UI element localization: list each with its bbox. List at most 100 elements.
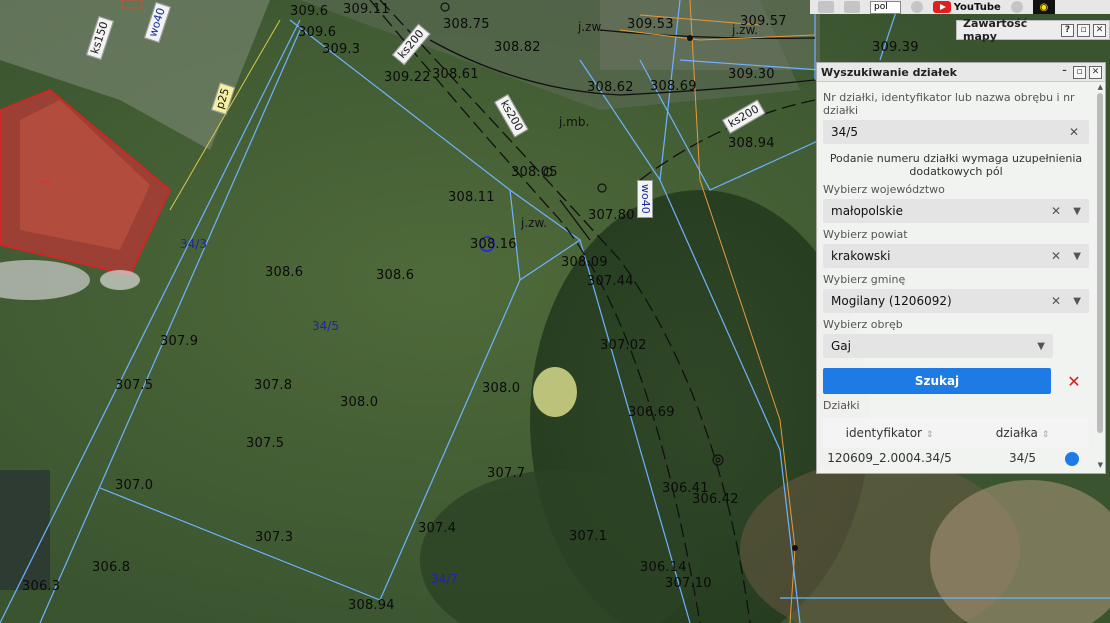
plot-number-label: 34/7	[431, 572, 458, 586]
clear-icon[interactable]: ✕	[1051, 294, 1061, 308]
reset-icon[interactable]: ✕	[1059, 368, 1089, 394]
county-value: krakowski	[831, 249, 891, 263]
sort-icon[interactable]: ⇕	[1042, 430, 1050, 440]
voivodeship-select[interactable]: małopolskie ✕ ▼	[823, 199, 1089, 223]
elevation-label: 306.8	[92, 560, 131, 575]
minimize-icon[interactable]: –	[1059, 66, 1070, 77]
column-plot[interactable]: działka ⇕	[956, 426, 1089, 440]
layers-icon[interactable]	[818, 1, 834, 13]
elevation-label: 307.5	[246, 436, 285, 451]
elevation-label: 307.10	[665, 576, 712, 591]
chevron-down-icon[interactable]: ▼	[1037, 341, 1045, 352]
elevation-label: 308.0	[482, 381, 521, 396]
elevation-label: 309.11	[343, 2, 390, 17]
top-toolbar: pol YouTube ◉	[810, 0, 1110, 14]
youtube-label: YouTube	[953, 1, 1001, 13]
results-header: identyfikator ⇕ działka ⇕	[823, 418, 1089, 448]
elevation-label: 308.6	[376, 268, 415, 283]
table-row[interactable]: 120609_2.0004.34/5 34/5	[823, 448, 1089, 468]
plot-number-label: 34/5	[312, 319, 339, 333]
elevation-label: 308.82	[494, 40, 541, 55]
plot-search-panel: Wyszukiwanie działek – ▫ ✕ Nr działki, i…	[816, 62, 1106, 474]
elevation-label: 309.6	[298, 25, 337, 40]
scroll-up-icon[interactable]: ▲	[1098, 83, 1103, 91]
elevation-label: 308.62	[587, 80, 634, 95]
query-label: Nr działki, identyfikator lub nazwa obrę…	[823, 91, 1075, 117]
map-note-label: j.zw.	[521, 216, 547, 230]
elevation-label: 309.53	[627, 17, 674, 32]
settings-icon[interactable]	[1010, 1, 1023, 13]
results-label: Działki	[823, 399, 860, 412]
elevation-label: 308.09	[561, 255, 608, 270]
map-note-label: j.mb.	[559, 115, 590, 129]
search-button[interactable]: Szukaj	[823, 368, 1051, 394]
minimize-icon[interactable]: ▫	[1077, 23, 1090, 37]
commune-select[interactable]: Mogilany (1206092) ✕ ▼	[823, 289, 1089, 313]
elevation-label: 307.7	[487, 466, 526, 481]
elevation-label: 307.02	[600, 338, 647, 353]
elevation-label: 307.44	[587, 274, 634, 289]
commune-label: Wybierz gminę	[823, 273, 906, 286]
voivodeship-value: małopolskie	[831, 204, 904, 218]
close-icon[interactable]: ✕	[1089, 65, 1102, 79]
gmina-icon[interactable]	[844, 1, 860, 13]
utility-label: wo40	[637, 180, 653, 218]
maximize-icon[interactable]: ▫	[1073, 65, 1086, 79]
column-identifier[interactable]: identyfikator ⇕	[823, 426, 956, 440]
elevation-label: 309.39	[872, 40, 919, 55]
elevation-label: 307.4	[418, 521, 457, 536]
plot-number-label: 34/3	[180, 237, 207, 251]
county-label: Wybierz powiat	[823, 228, 908, 241]
help-button[interactable]: ?	[1061, 23, 1074, 37]
clear-icon[interactable]: ✕	[1051, 249, 1061, 263]
sort-icon[interactable]: ⇕	[926, 430, 934, 440]
precinct-select[interactable]: Gaj ▼	[823, 334, 1053, 358]
panel-header[interactable]: Wyszukiwanie działek – ▫ ✕	[817, 63, 1105, 82]
elevation-label: 306.14	[640, 560, 687, 575]
elevation-label: 309.22	[384, 70, 431, 85]
youtube-icon	[932, 1, 951, 13]
elevation-label: 308.69	[650, 79, 697, 94]
scrollbar[interactable]	[1097, 93, 1103, 433]
clear-icon[interactable]: ✕	[1051, 204, 1061, 218]
elevation-label: 308.94	[728, 136, 775, 151]
elevation-label: 308.61	[432, 67, 479, 82]
map-note-label: j.zw.	[578, 20, 604, 34]
svg-text:m: m	[40, 176, 51, 189]
clear-icon[interactable]: ✕	[1069, 125, 1079, 139]
globe-icon[interactable]	[910, 1, 923, 13]
elevation-label: 308.94	[348, 598, 395, 613]
elevation-label: 306.3	[22, 579, 61, 594]
precinct-value: Gaj	[831, 339, 851, 353]
elevation-label: 308.05	[511, 165, 558, 180]
youtube-link[interactable]: YouTube	[932, 1, 1001, 13]
elevation-label: 306.69	[628, 405, 675, 420]
voivodeship-label: Wybierz województwo	[823, 183, 945, 196]
elevation-label: 308.6	[265, 265, 304, 280]
elevation-label: 306.42	[692, 492, 739, 507]
query-input[interactable]: 34/5 ✕	[823, 120, 1089, 144]
zoom-to-icon[interactable]	[1065, 452, 1079, 466]
elevation-label: 307.3	[255, 530, 294, 545]
query-value: 34/5	[831, 125, 858, 139]
chevron-down-icon[interactable]: ▼	[1073, 296, 1081, 307]
chevron-down-icon[interactable]: ▼	[1073, 206, 1081, 217]
elevation-label: 309.30	[728, 67, 775, 82]
precinct-label: Wybierz obręb	[823, 318, 903, 331]
county-select[interactable]: krakowski ✕ ▼	[823, 244, 1089, 268]
map-contents-header[interactable]: Zawartość mapy ? ▫ ✕	[956, 17, 1110, 43]
elevation-label: 308.16	[470, 237, 517, 252]
hint-text: Podanie numeru działki wymaga uzupełnien…	[829, 152, 1083, 178]
scroll-down-icon[interactable]: ▼	[1098, 461, 1103, 469]
elevation-label: 307.80	[588, 208, 635, 223]
close-icon[interactable]: ✕	[1093, 23, 1106, 37]
eye-icon[interactable]: ◉	[1032, 0, 1055, 14]
elevation-label: 307.1	[569, 529, 608, 544]
chevron-down-icon[interactable]: ▼	[1073, 251, 1081, 262]
elevation-label: 307.9	[160, 334, 199, 349]
elevation-label: 308.11	[448, 190, 495, 205]
elevation-label: 307.0	[115, 478, 154, 493]
elevation-label: 308.75	[443, 17, 490, 32]
language-select[interactable]: pol	[870, 0, 901, 14]
map-note-label: j.zw.	[732, 23, 758, 37]
